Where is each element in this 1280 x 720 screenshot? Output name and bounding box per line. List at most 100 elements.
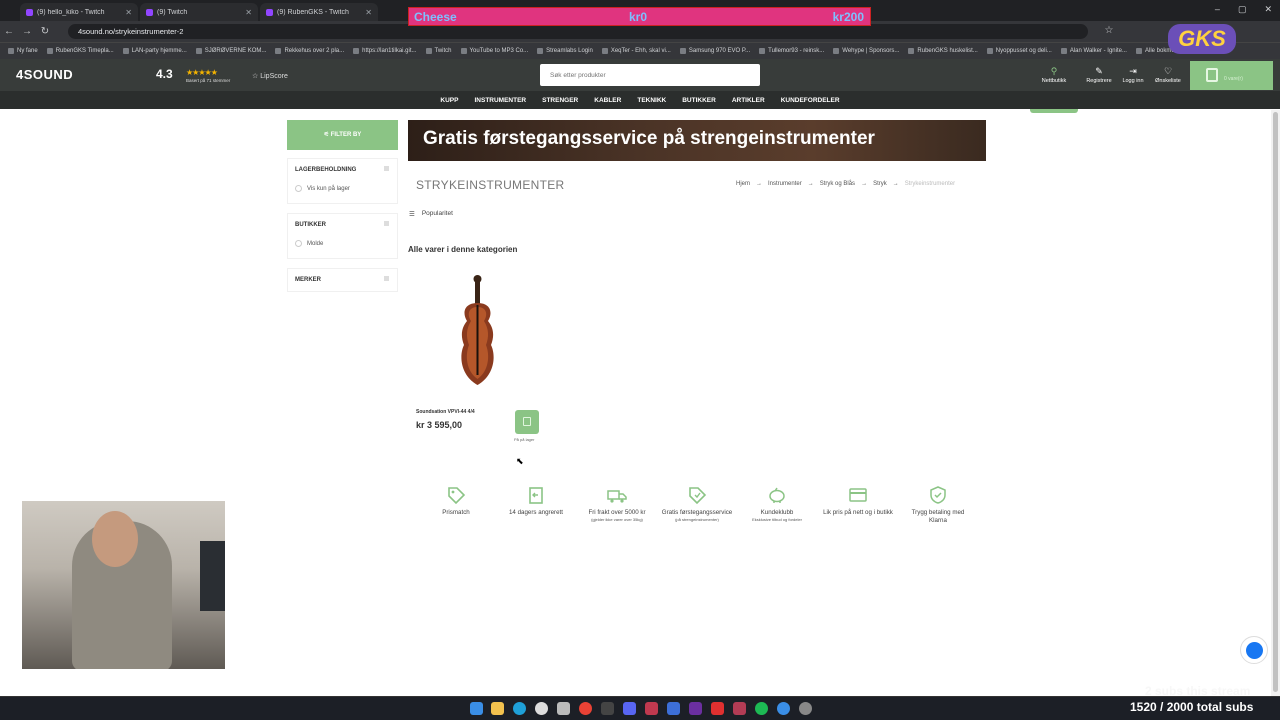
bookmark-item[interactable]: YouTube to MP3 Co... — [460, 48, 528, 54]
bookmark-label: LAN-party hjemme... — [131, 48, 187, 54]
close-icon[interactable]: ✕ — [365, 8, 372, 17]
search-input[interactable] — [540, 64, 760, 86]
file-explorer-icon[interactable] — [491, 702, 504, 715]
close-window-icon[interactable]: ✕ — [1264, 4, 1272, 15]
bookmark-item[interactable]: RubenGKS huskelist... — [908, 48, 978, 54]
collapse-icon[interactable] — [384, 276, 389, 281]
app-icon[interactable] — [535, 702, 548, 715]
product-name[interactable]: Soundsation VPVI-44 4/4 — [416, 409, 475, 415]
close-icon[interactable]: ✕ — [125, 8, 132, 17]
bookmark-item[interactable]: https://lan1tilkai.git... — [353, 48, 417, 54]
nav-item-kabler[interactable]: KABLER — [594, 97, 621, 104]
header-login-button[interactable]: ⇥ Logg inn — [1115, 66, 1151, 84]
settings-icon[interactable] — [799, 702, 812, 715]
bookmark-item[interactable]: RubenGKS Timeplа... — [46, 48, 114, 54]
forward-icon[interactable]: → — [18, 26, 36, 37]
app-icon[interactable] — [777, 702, 790, 715]
obs-icon[interactable] — [601, 702, 614, 715]
app-icon[interactable] — [645, 702, 658, 715]
rating-stars: ★★★★★ — [186, 68, 218, 77]
edge-icon[interactable] — [513, 702, 526, 715]
scrollbar-thumb[interactable] — [1273, 112, 1278, 692]
minimize-icon[interactable]: – — [1215, 4, 1220, 15]
location-pin-icon: ⚲ — [1050, 66, 1058, 76]
header-register-button[interactable]: ✎ Registrere — [1081, 66, 1117, 84]
bookmark-item[interactable]: Rekkehus over 2 pla... — [275, 48, 344, 54]
bookmark-item[interactable]: XeqTer - Ehh, skal vi... — [601, 48, 671, 54]
bookmark-item[interactable]: Nyoppusset og deli... — [986, 48, 1052, 54]
bookmark-item[interactable]: Twitch — [425, 48, 452, 54]
bookmark-item[interactable]: SJØRØVERNE KOM... — [195, 48, 266, 54]
bookmark-label: Rekkehus over 2 pla... — [284, 48, 345, 54]
lipscore-label: LipScore — [260, 73, 288, 80]
calculator-icon[interactable] — [557, 702, 570, 715]
app-icon[interactable] — [711, 702, 724, 715]
filter-group-brands[interactable]: MERKER — [287, 268, 398, 292]
nav-item-teknikk[interactable]: TEKNIKK — [637, 97, 666, 104]
lipscore-badge[interactable]: ☆ LipScore — [252, 72, 288, 80]
header-item-label: Nettbutikk — [1041, 78, 1067, 84]
bookmark-item[interactable]: Wehype | Sponsors... — [833, 48, 899, 54]
app-icon[interactable] — [733, 702, 746, 715]
cart-button[interactable]: 0 vare(r) — [1190, 61, 1273, 90]
bookmark-item[interactable]: Streamlabs Login — [537, 48, 593, 54]
reload-icon[interactable]: ↻ — [36, 26, 54, 37]
sort-dropdown[interactable]: ☰ Popularitet — [409, 210, 453, 218]
back-icon[interactable]: ← — [0, 26, 18, 37]
nav-item-instrumenter[interactable]: INSTRUMENTER — [474, 97, 526, 104]
usp-subtitle: Eksklusive tilbud og fordeler — [752, 517, 802, 522]
start-icon[interactable] — [470, 702, 483, 715]
browser-tab-2[interactable]: (9) Twitch ✕ — [140, 3, 258, 21]
nav-item-kundefordeler[interactable]: KUNDEFORDELER — [781, 97, 840, 104]
bookmark-icon — [759, 48, 766, 54]
add-to-cart-button[interactable] — [515, 410, 539, 434]
browser-tab-3[interactable]: (9) RubenGKS - Twitch ✕ — [260, 3, 378, 21]
url-field[interactable]: 4sound.no/strykeinstrumenter-2 — [68, 24, 1088, 39]
app-icon[interactable] — [689, 702, 702, 715]
close-icon[interactable]: ✕ — [245, 8, 252, 17]
breadcrumb-item[interactable]: Hjem — [736, 181, 750, 187]
pen-icon: ✎ — [1095, 66, 1103, 76]
page-scrollbar[interactable] — [1271, 110, 1280, 696]
bookmark-icon — [537, 48, 544, 54]
header-store-button[interactable]: ⚲ Nettbutikk — [1036, 66, 1072, 84]
collapse-icon[interactable] — [384, 221, 389, 226]
breadcrumb-item[interactable]: Stryk — [873, 181, 887, 187]
spotify-icon[interactable] — [755, 702, 768, 715]
nav-item-artikler[interactable]: ARTIKLER — [732, 97, 765, 104]
filter-label: FILTER BY — [330, 132, 362, 138]
bookmark-label: Alan Walker - Ignite... — [1069, 48, 1127, 54]
discord-icon[interactable] — [623, 702, 636, 715]
bookmark-item[interactable]: Ny fane — [8, 48, 38, 54]
radio-icon[interactable] — [295, 240, 302, 247]
site-logo[interactable]: 4SOUND — [16, 67, 73, 82]
filter-group-title: MERKER — [295, 277, 322, 283]
bookmark-item[interactable]: Samsung 970 EVO P... — [679, 48, 750, 54]
filter-button[interactable]: ⚟ FILTER BY — [287, 120, 398, 150]
breadcrumb-item[interactable]: Stryk og Blås — [820, 181, 855, 187]
bookmark-item[interactable]: LAN-party hjemme... — [122, 48, 187, 54]
bookmark-item[interactable]: Tullemor93 - reinsk... — [759, 48, 824, 54]
bookmark-star-icon[interactable]: ☆ — [1100, 25, 1118, 36]
filter-option-molde[interactable]: Molde — [295, 240, 323, 247]
app-icon[interactable] — [667, 702, 680, 715]
arrow-icon: → — [807, 181, 814, 187]
product-image-violin[interactable] — [450, 275, 505, 390]
browser-tab-1[interactable]: (9) hello_kiko - Twitch ✕ — [20, 3, 138, 21]
bookmark-item[interactable]: Alan Walker - Ignite... — [1060, 48, 1127, 54]
filter-option-in-stock[interactable]: Vis kun på lager — [295, 185, 350, 192]
radio-icon[interactable] — [295, 185, 302, 192]
collapse-icon[interactable] — [384, 166, 389, 171]
nav-item-butikker[interactable]: BUTIKKER — [682, 97, 716, 104]
breadcrumb-item[interactable]: Instrumenter — [768, 181, 802, 187]
header-wishlist-button[interactable]: ♡ Ønskeliste — [1150, 66, 1186, 84]
tag-icon — [448, 487, 466, 505]
messenger-chat-button[interactable] — [1240, 636, 1268, 664]
maximize-icon[interactable]: ▢ — [1238, 4, 1247, 15]
subs-this-stream: 2 subs this stream — [1145, 684, 1251, 698]
chrome-icon[interactable] — [579, 702, 592, 715]
nav-item-strenger[interactable]: STRENGER — [542, 97, 578, 104]
nav-item-kupp[interactable]: KUPP — [440, 97, 458, 104]
promo-banner[interactable]: Gratis førstegangsservice på strengeinst… — [408, 120, 986, 161]
bookmark-label: https://lan1tilkai.git... — [362, 48, 417, 54]
